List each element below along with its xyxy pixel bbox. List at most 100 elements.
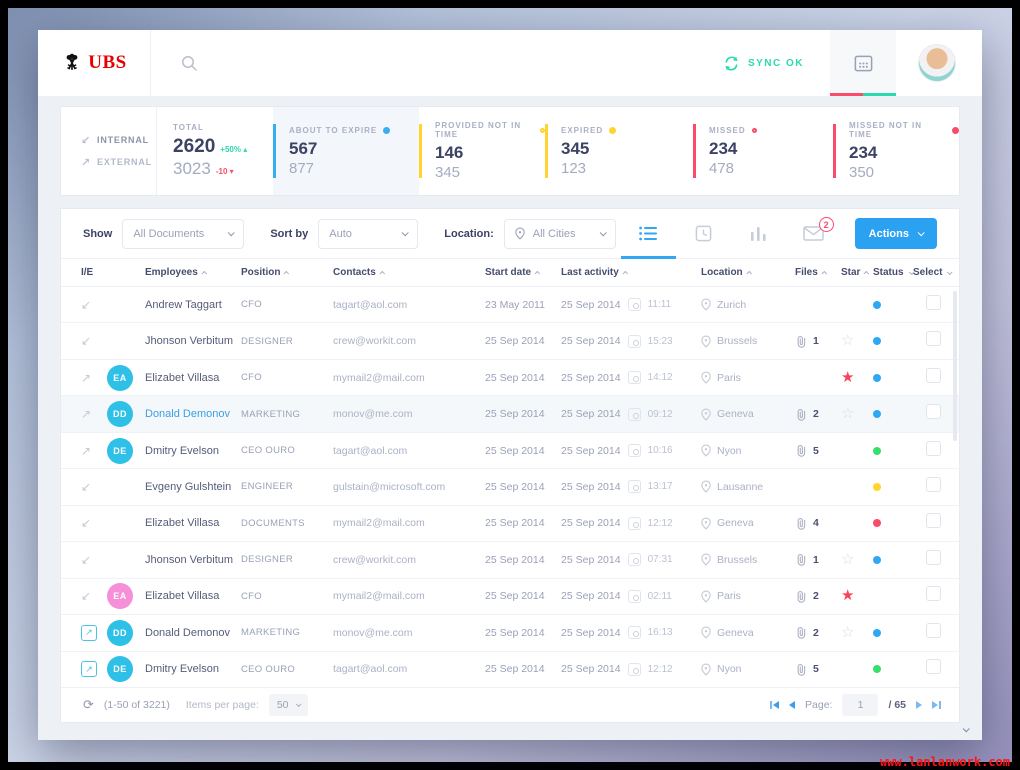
col-header-start-date[interactable]: Start date xyxy=(485,267,561,278)
employee-name[interactable]: Donald Demonov xyxy=(145,408,241,420)
star-icon[interactable]: ★ xyxy=(841,587,854,604)
row-checkbox[interactable] xyxy=(926,404,941,420)
row-checkbox[interactable] xyxy=(926,549,941,565)
row-checkbox[interactable] xyxy=(926,659,941,675)
contact-email[interactable]: monov@me.com xyxy=(333,627,485,639)
arrow-up-right-icon: ↗ xyxy=(81,156,92,169)
row-checkbox[interactable] xyxy=(926,367,941,383)
employee-name[interactable]: Dmitry Evelson xyxy=(145,445,241,457)
contact-email[interactable]: mymail2@mail.com xyxy=(333,372,485,384)
col-header-status[interactable]: Status xyxy=(873,267,915,278)
contact-email[interactable]: crew@workit.com xyxy=(333,335,485,347)
tab-list-view[interactable] xyxy=(620,209,676,259)
table-row[interactable]: ↙ Evgeny Gulshtein ENGINEER gulstain@micros… xyxy=(61,469,959,506)
employee-name[interactable]: Andrew Taggart xyxy=(145,299,241,311)
col-header-contacts[interactable]: Contacts xyxy=(333,267,485,278)
col-header-employees[interactable]: Employees xyxy=(145,267,241,278)
table-row[interactable]: ↙ Jhonson Verbitum DESIGNER crew@workit.com… xyxy=(61,542,959,579)
avatar[interactable]: DE xyxy=(107,437,133,464)
internal-toggle[interactable]: ↙ INTERNAL xyxy=(81,134,156,147)
tab-schedule-view[interactable] xyxy=(676,209,731,258)
avatar[interactable]: DE xyxy=(107,656,133,683)
col-header-last-activity[interactable]: Last activity xyxy=(561,267,701,278)
table-row[interactable]: ↙ Andrew Taggart CFO tagart@aol.com 23 May 2… xyxy=(61,287,959,324)
star-icon[interactable]: ☆ xyxy=(841,332,854,349)
stat-card-about-to-expire[interactable]: ABOUT TO EXPIRE 567 877 xyxy=(273,107,419,195)
table-row[interactable]: ↙ Elizabet Villasa DOCUMENTS mymail2@mail.c… xyxy=(61,506,959,543)
avatar[interactable]: EA xyxy=(107,364,133,391)
employee-name[interactable]: Donald Demonov xyxy=(145,627,241,639)
sort-select[interactable]: Auto xyxy=(318,218,419,249)
contact-email[interactable]: tagart@aol.com xyxy=(333,299,485,311)
search-icon[interactable] xyxy=(181,55,198,72)
table-row[interactable]: ↙ Jhonson Verbitum DESIGNER crew@workit.com… xyxy=(61,323,959,360)
row-checkbox[interactable] xyxy=(926,476,941,492)
employee-name[interactable]: Elizabet Villasa xyxy=(145,590,241,602)
avatar[interactable]: EA xyxy=(107,583,133,610)
contact-email[interactable]: mymail2@mail.com xyxy=(333,517,485,529)
employee-name[interactable]: Jhonson Verbitum xyxy=(145,335,241,347)
col-header-i-e[interactable]: I/E xyxy=(81,267,107,278)
star-icon[interactable]: ☆ xyxy=(841,551,854,568)
contact-email[interactable]: crew@workit.com xyxy=(333,554,485,566)
refresh-icon[interactable]: ⟳ xyxy=(83,697,94,713)
location-select[interactable]: All Cities xyxy=(503,218,616,249)
star-icon[interactable]: ★ xyxy=(841,369,854,386)
contact-email[interactable]: gulstain@microsoft.com xyxy=(333,481,485,493)
first-page-button[interactable] xyxy=(770,701,780,709)
row-checkbox[interactable] xyxy=(926,440,941,456)
employee-name[interactable]: Jhonson Verbitum xyxy=(145,554,241,566)
ubs-logo[interactable]: UBS xyxy=(38,30,151,96)
table-row[interactable]: ↗ DE Dmitry Evelson CEO OURO tagart@aol.com 2… xyxy=(61,433,959,470)
avatar[interactable]: DD xyxy=(107,401,133,428)
table-row[interactable]: ↗ DE Dmitry Evelson CEO OURO tagart@aol.com 2… xyxy=(61,652,959,687)
actions-button[interactable]: Actions xyxy=(854,218,937,249)
table-row[interactable]: ↗ DD Donald Demonov MARKETING monov@me.com 25… xyxy=(61,615,959,652)
col-header-location[interactable]: Location xyxy=(701,267,795,278)
external-link-icon[interactable]: ↗ xyxy=(81,661,97,678)
tab-mail-view[interactable]: 2 xyxy=(786,209,841,258)
row-checkbox[interactable] xyxy=(926,331,941,347)
row-checkbox[interactable] xyxy=(926,513,941,529)
user-avatar[interactable] xyxy=(918,44,956,82)
last-page-button[interactable] xyxy=(932,701,941,709)
stats-expand-chevron[interactable] xyxy=(962,725,970,733)
col-header-position[interactable]: Position xyxy=(241,267,333,278)
table-row[interactable]: ↗ DD Donald Demonov MARKETING monov@me.com 25… xyxy=(61,396,959,433)
external-link-icon[interactable]: ↗ xyxy=(81,624,97,641)
contact-email[interactable]: monov@me.com xyxy=(333,408,485,420)
table-row[interactable]: ↙ EA Elizabet Villasa CFO mymail2@mail.com 25… xyxy=(61,579,959,616)
stat-card-provided-not-in-time[interactable]: PROVIDED NOT IN TIME 146 345 xyxy=(419,107,545,195)
avatar[interactable]: DD xyxy=(107,619,133,646)
contact-email[interactable]: tagart@aol.com xyxy=(333,663,485,675)
employee-name[interactable]: Elizabet Villasa xyxy=(145,372,241,384)
stat-total[interactable]: TOTAL 2620 +50% ▴ 3023 -10 ▾ xyxy=(157,107,273,195)
prev-page-button[interactable] xyxy=(789,701,796,709)
employee-name[interactable]: Dmitry Evelson xyxy=(145,663,241,675)
items-per-page-select[interactable]: 50 xyxy=(268,694,308,716)
stat-card-missed-not-in-time[interactable]: MISSED NOT IN TIME 234 350 xyxy=(833,107,959,195)
external-toggle[interactable]: ↗ EXTERNAL xyxy=(81,156,156,169)
tab-chart-view[interactable] xyxy=(731,209,786,258)
stat-card-expired[interactable]: EXPIRED 345 123 xyxy=(545,107,693,195)
contact-email[interactable]: tagart@aol.com xyxy=(333,445,485,457)
col-header-select[interactable]: Select xyxy=(913,267,954,278)
calendar-tab[interactable] xyxy=(830,30,896,96)
col-header-files[interactable]: Files xyxy=(795,267,841,278)
table-row[interactable]: ↗ EA Elizabet Villasa CFO mymail2@mail.com 25… xyxy=(61,360,959,397)
scrollbar[interactable] xyxy=(953,291,957,441)
star-icon[interactable]: ☆ xyxy=(841,624,854,641)
show-select[interactable]: All Documents xyxy=(122,218,245,249)
page-input[interactable] xyxy=(842,694,879,716)
contact-email[interactable]: mymail2@mail.com xyxy=(333,590,485,602)
stat-card-missed[interactable]: MISSED 234 478 xyxy=(693,107,833,195)
sync-status[interactable]: SYNC OK xyxy=(723,55,804,72)
col-header-star[interactable]: Star xyxy=(841,267,873,278)
employee-name[interactable]: Elizabet Villasa xyxy=(145,517,241,529)
employee-name[interactable]: Evgeny Gulshtein xyxy=(145,481,241,493)
row-checkbox[interactable] xyxy=(926,294,941,310)
star-icon[interactable]: ☆ xyxy=(841,405,854,422)
next-page-button[interactable] xyxy=(916,701,922,709)
row-checkbox[interactable] xyxy=(926,622,941,638)
row-checkbox[interactable] xyxy=(926,586,941,602)
